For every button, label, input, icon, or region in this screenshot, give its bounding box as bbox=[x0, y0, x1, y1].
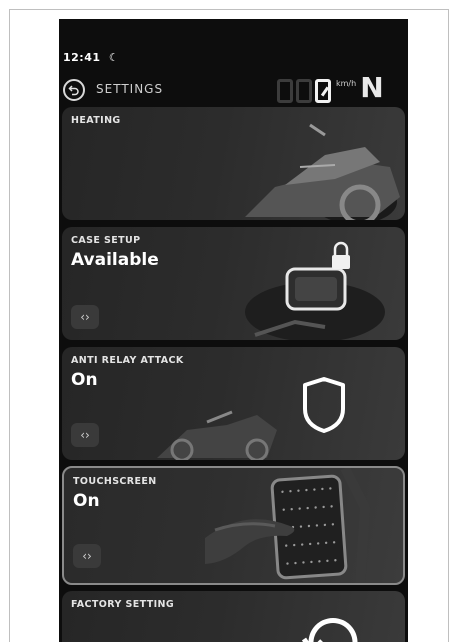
reset-icon bbox=[301, 617, 358, 642]
touchscreen-glove-image bbox=[205, 468, 371, 583]
card-heating[interactable]: HEATING bbox=[62, 107, 405, 220]
nav-arrows-button[interactable]: ‹› bbox=[71, 305, 99, 329]
back-arrow-icon bbox=[68, 85, 79, 96]
back-button[interactable] bbox=[63, 79, 85, 101]
card-label: ANTI RELAY ATTACK bbox=[71, 355, 184, 366]
nav-arrows-button[interactable]: ‹› bbox=[71, 423, 99, 447]
card-label: FACTORY SETTING bbox=[71, 599, 175, 610]
clock: 12:41 bbox=[63, 51, 101, 64]
speed-digit-2 bbox=[296, 79, 312, 103]
card-label: CASE SETUP bbox=[71, 235, 141, 246]
nav-arrows-button[interactable]: ‹› bbox=[73, 544, 101, 568]
shield-icon bbox=[303, 377, 345, 433]
card-value: On bbox=[71, 370, 98, 390]
moon-icon: ☾ bbox=[108, 51, 120, 64]
card-value: On bbox=[73, 491, 100, 511]
dashboard-screen: 12:41 ☾ SETTINGS km/h N HEATING CASE SET… bbox=[59, 19, 408, 642]
speedometer: km/h N bbox=[277, 71, 384, 105]
speed-digit-1 bbox=[277, 79, 293, 103]
card-label: TOUCHSCREEN bbox=[73, 476, 157, 487]
card-touchscreen[interactable]: TOUCHSCREEN On ‹› bbox=[62, 466, 405, 585]
page-title: SETTINGS bbox=[96, 82, 164, 96]
card-value: Available bbox=[71, 250, 159, 270]
gear-indicator: N bbox=[360, 71, 384, 104]
speed-unit: km/h bbox=[336, 79, 357, 88]
speed-digit-3 bbox=[315, 79, 331, 103]
motorcycle-image bbox=[157, 410, 277, 460]
motorcycle-image bbox=[245, 123, 400, 220]
card-anti-relay-attack[interactable]: ANTI RELAY ATTACK On ‹› bbox=[62, 347, 405, 460]
card-factory-setting[interactable]: FACTORY SETTING bbox=[62, 591, 405, 642]
card-label: HEATING bbox=[71, 115, 121, 126]
case-lock-image bbox=[245, 241, 385, 340]
card-case-setup[interactable]: CASE SETUP Available ‹› bbox=[62, 227, 405, 340]
status-bar: 12:41 ☾ bbox=[63, 51, 119, 64]
